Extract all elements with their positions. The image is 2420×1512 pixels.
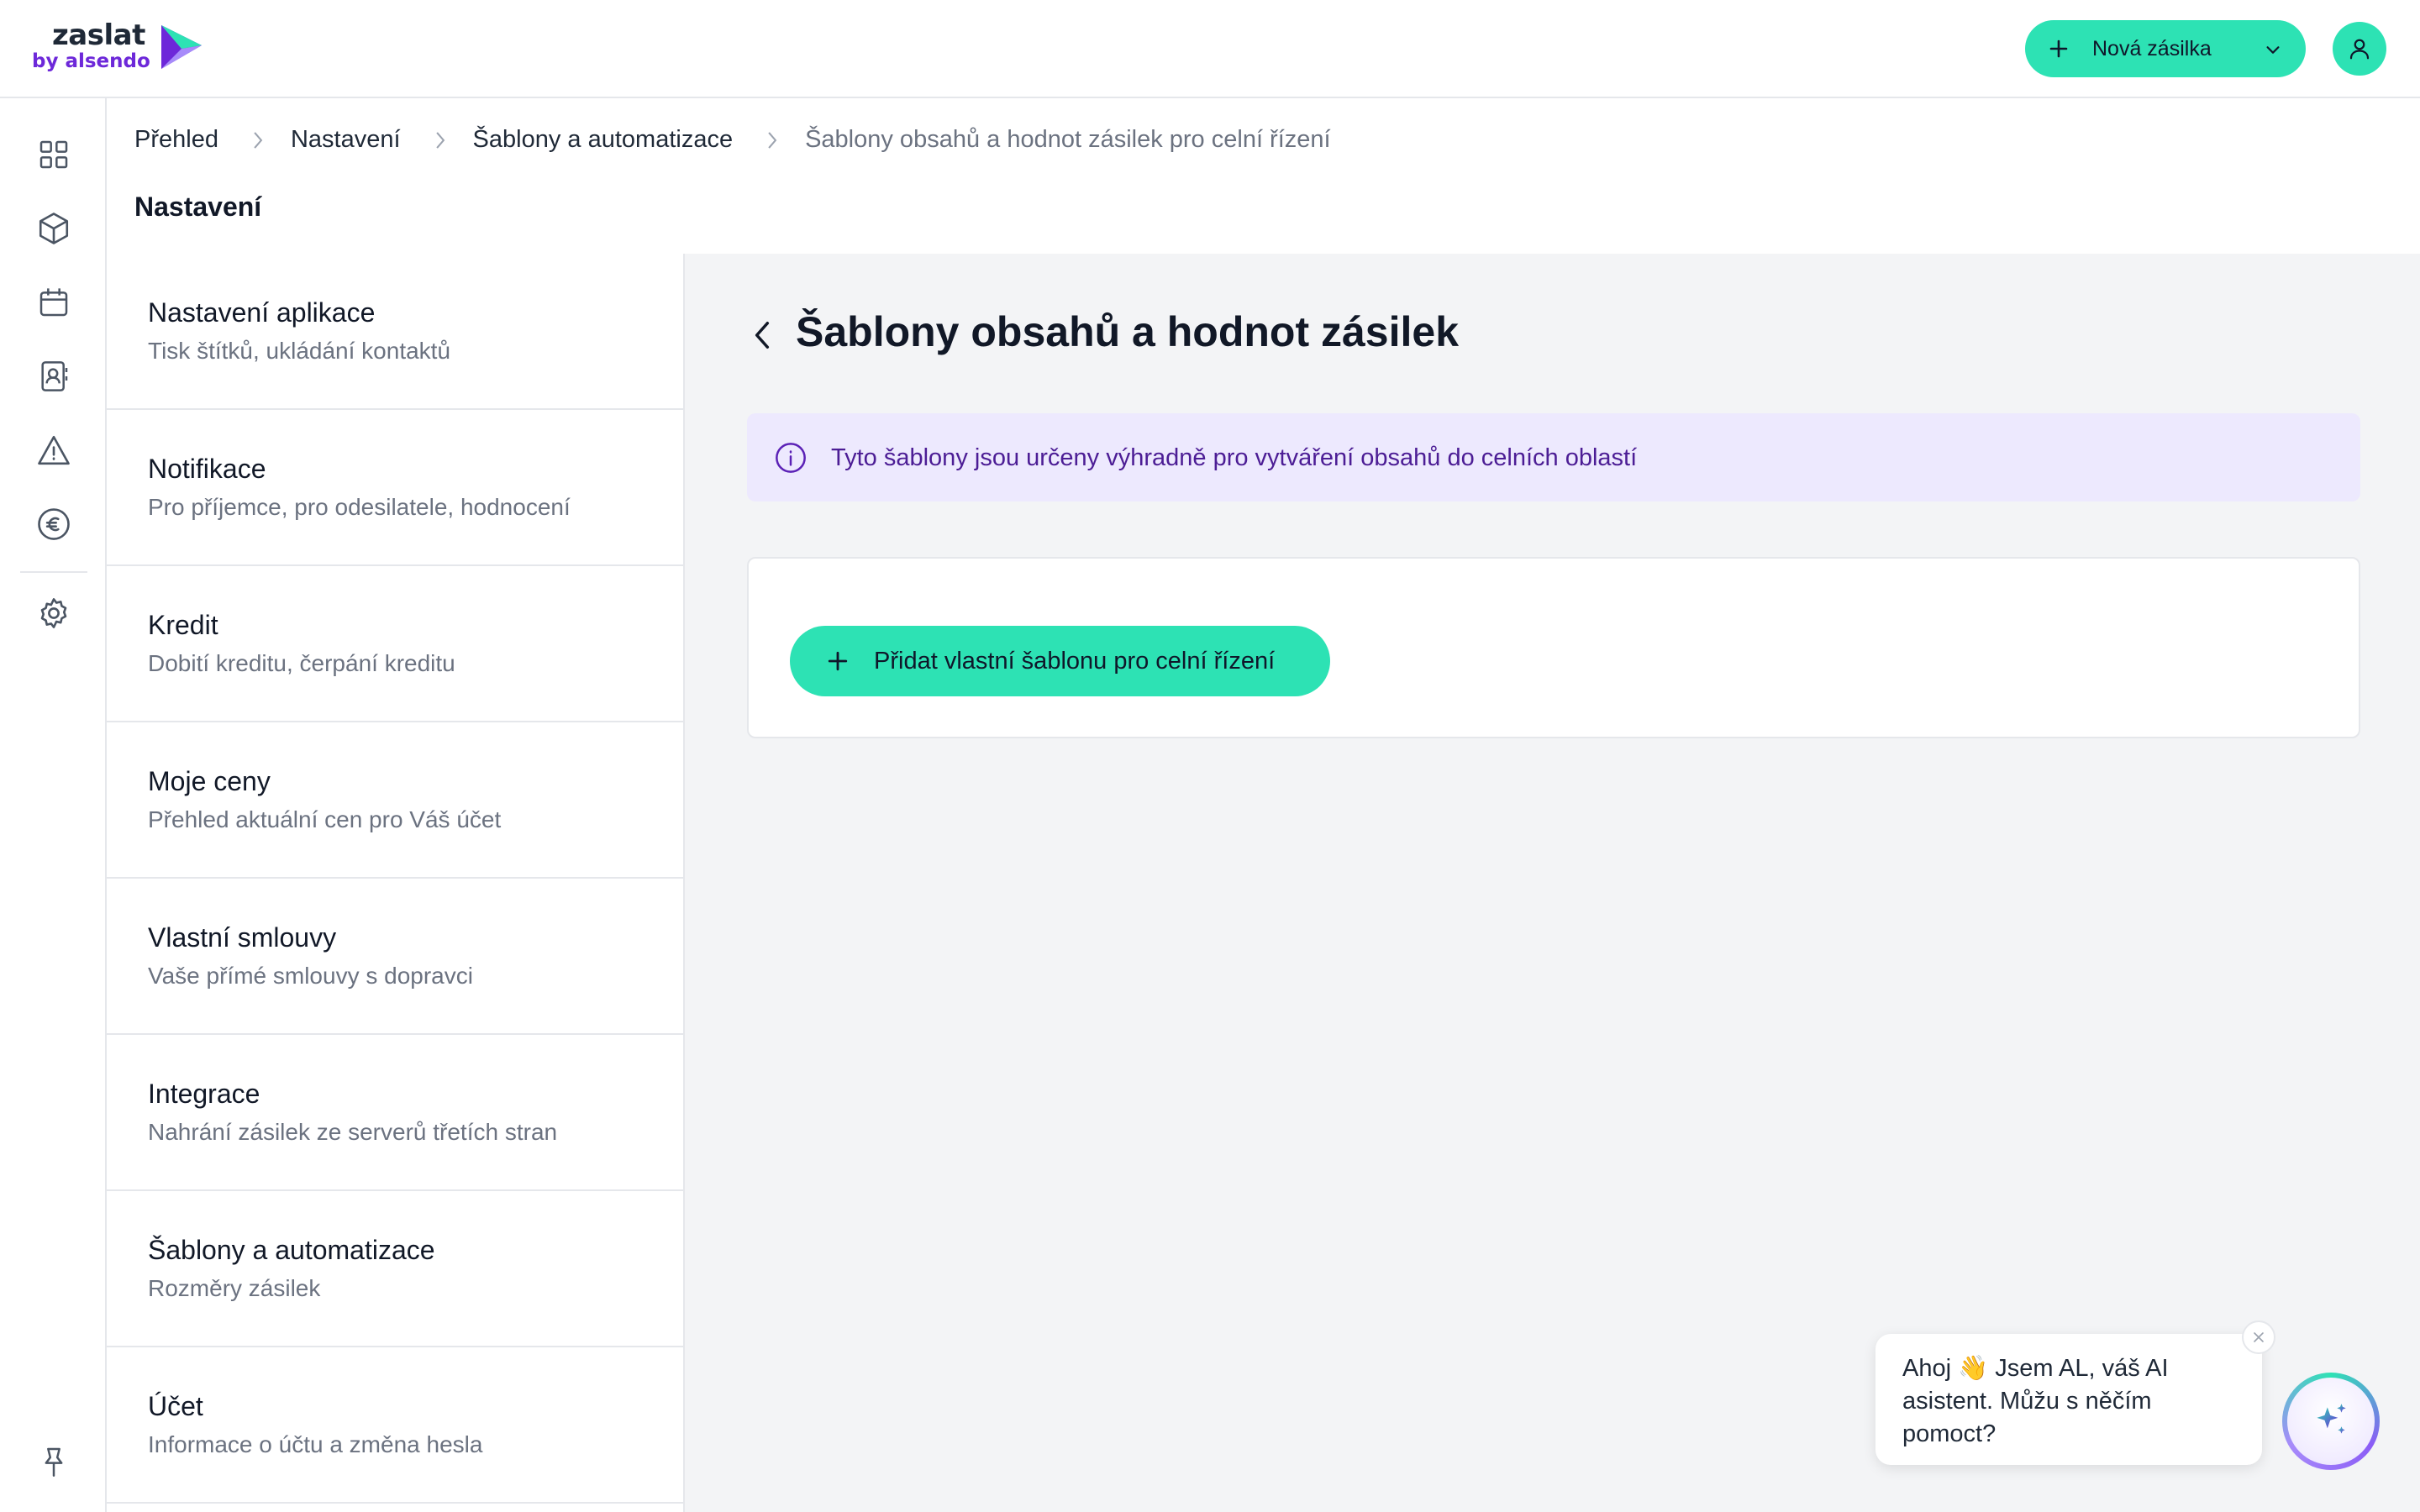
calendar-icon[interactable]	[36, 285, 71, 320]
page-title: Nastavení	[134, 192, 262, 222]
menu-item-title: Účet	[148, 1391, 203, 1421]
menu-item-prices[interactable]: Moje ceny Přehled aktuální cen pro Váš ú…	[107, 722, 685, 879]
settings-icon[interactable]	[36, 596, 71, 631]
menu-item-title: Moje ceny	[148, 766, 271, 796]
new-shipment-label: Nová zásilka	[2092, 36, 2212, 60]
info-banner: Tyto šablony jsou určeny výhradně pro vy…	[747, 413, 2360, 501]
pin-icon[interactable]	[36, 1444, 71, 1479]
menu-item-app-settings[interactable]: Nastavení aplikace Tisk štítků, ukládání…	[107, 254, 685, 410]
warning-icon[interactable]	[36, 433, 71, 468]
chevron-right-icon	[765, 129, 780, 151]
menu-item-title: Integrace	[148, 1079, 260, 1109]
back-button[interactable]	[747, 314, 777, 356]
chevron-down-icon[interactable]	[2264, 40, 2282, 59]
chat-greeting-text: Ahoj 👋 Jsem AL, váš AI asistent. Můžu s …	[1902, 1355, 2169, 1447]
chevron-right-icon	[433, 129, 448, 151]
breadcrumb-item-nastaveni[interactable]: Nastavení	[291, 126, 401, 154]
plus-icon	[2049, 39, 2068, 58]
menu-item-subtitle: Vaše přímé smlouvy s dopravci	[148, 963, 473, 989]
menu-item-subtitle: Informace o účtu a změna hesla	[148, 1431, 483, 1457]
menu-item-integrations[interactable]: Integrace Nahrání zásilek ze serverů tře…	[107, 1035, 685, 1191]
menu-item-account[interactable]: Účet Informace o účtu a změna hesla	[107, 1347, 685, 1504]
user-icon	[2349, 39, 2370, 60]
chat-greeting-bubble[interactable]: Ahoj 👋 Jsem AL, váš AI asistent. Můžu s …	[1876, 1334, 2262, 1465]
breadcrumb-item-prehled[interactable]: Přehled	[134, 126, 218, 154]
top-header: zaslat by alsendo Nová zásilka	[0, 0, 2420, 98]
dashboard-icon[interactable]	[36, 137, 71, 172]
breadcrumb: Přehled Nastavení Šablony a automatizace…	[134, 126, 1331, 154]
add-button-label: Přidat vlastní šablonu pro celní řízení	[874, 647, 1276, 675]
new-shipment-button[interactable]: Nová zásilka	[2025, 20, 2306, 77]
sparkles-icon	[2317, 1404, 2346, 1434]
add-customs-template-button[interactable]: Přidat vlastní šablonu pro celní řízení	[790, 626, 1330, 696]
logo-subtitle: by alsendo	[32, 50, 150, 72]
templates-card: Přidat vlastní šablonu pro celní řízení	[747, 557, 2360, 738]
menu-item-subtitle: Rozměry zásilek	[148, 1275, 321, 1301]
euro-icon[interactable]	[36, 507, 71, 542]
chevron-right-icon	[250, 129, 266, 151]
menu-item-title: Vlastní smlouvy	[148, 922, 337, 953]
info-text: Tyto šablony jsou určeny výhradně pro vy…	[831, 444, 1638, 471]
ai-assistant-button[interactable]	[2282, 1373, 2380, 1470]
close-icon[interactable]	[2242, 1320, 2275, 1354]
chevron-left-icon	[755, 322, 770, 349]
menu-item-notifications[interactable]: Notifikace Pro příjemce, pro odesilatele…	[107, 410, 685, 566]
content-heading: Šablony obsahů a hodnot zásilek	[796, 308, 1460, 355]
breadcrumb-item-sablony-automatizace[interactable]: Šablony a automatizace	[473, 126, 734, 154]
menu-item-templates[interactable]: Šablony a automatizace Rozměry zásilek	[107, 1191, 685, 1347]
main-content: Šablony obsahů a hodnot zásilek Tyto šab…	[685, 254, 2420, 1512]
left-nav-rail	[0, 98, 107, 1512]
menu-item-title: Nastavení aplikace	[148, 297, 376, 328]
menu-item-contracts[interactable]: Vlastní smlouvy Vaše přímé smlouvy s dop…	[107, 879, 685, 1035]
menu-item-subtitle: Tisk štítků, ukládání kontaktů	[148, 338, 451, 364]
menu-item-subtitle: Přehled aktuální cen pro Váš účet	[148, 806, 502, 832]
ai-assistant-inner	[2287, 1378, 2375, 1465]
plus-icon	[828, 651, 848, 671]
settings-menu: Nastavení aplikace Tisk štítků, ukládání…	[107, 254, 685, 1512]
logo-play-icon	[161, 25, 202, 69]
breadcrumb-item-current: Šablony obsahů a hodnot zásilek pro celn…	[805, 126, 1331, 153]
user-menu-button[interactable]	[2333, 22, 2386, 76]
logo-wordmark: zaslat	[52, 18, 145, 52]
menu-item-subtitle: Pro příjemce, pro odesilatele, hodnocení	[148, 494, 571, 520]
menu-item-title: Šablony a automatizace	[148, 1235, 435, 1265]
info-icon	[776, 443, 806, 473]
package-icon[interactable]	[36, 211, 71, 246]
menu-item-title: Kredit	[148, 610, 218, 640]
rail-divider	[20, 571, 87, 573]
menu-item-title: Notifikace	[148, 454, 266, 484]
menu-item-subtitle: Dobití kreditu, čerpání kreditu	[148, 650, 455, 676]
contacts-icon[interactable]	[36, 359, 71, 394]
menu-item-credit[interactable]: Kredit Dobití kreditu, čerpání kreditu	[107, 566, 685, 722]
menu-item-subtitle: Nahrání zásilek ze serverů třetích stran	[148, 1119, 558, 1145]
